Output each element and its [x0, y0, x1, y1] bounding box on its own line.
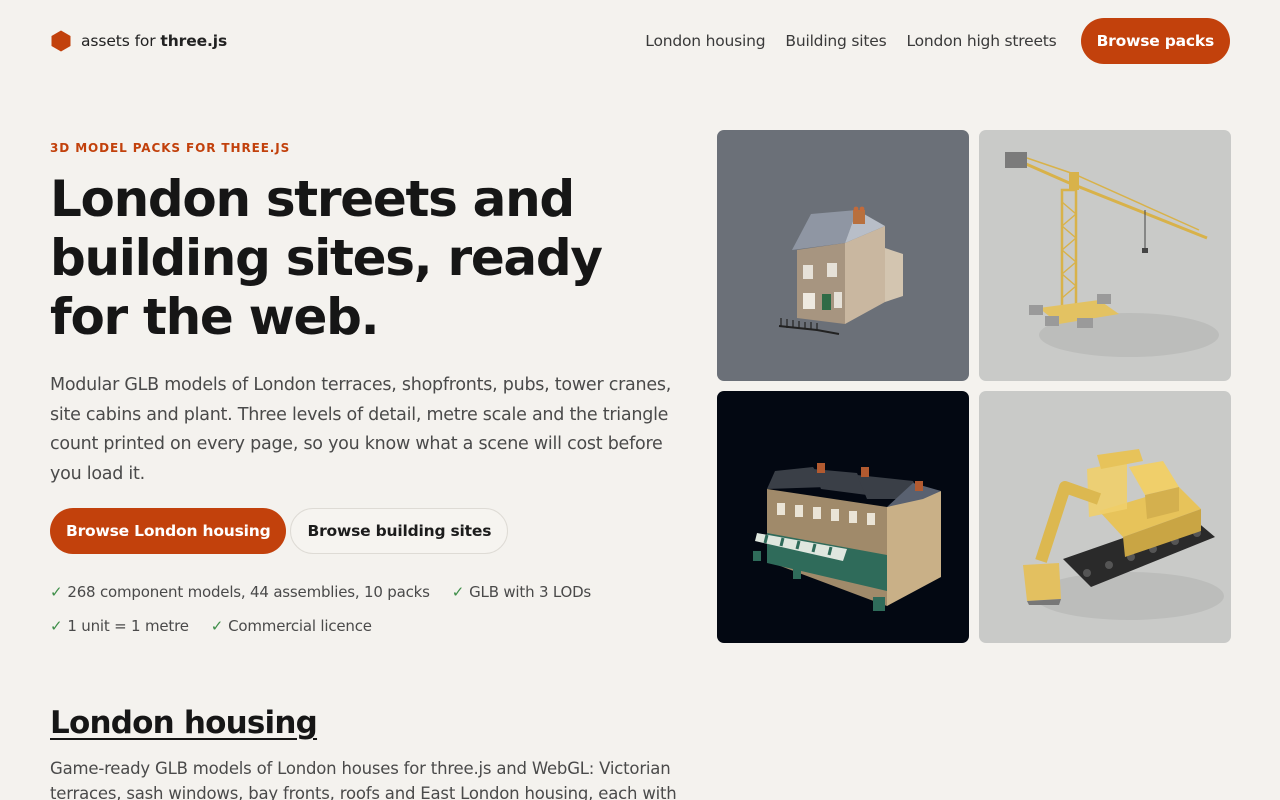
check-icon: ✓ [50, 617, 63, 635]
shopfront-terrace-render [753, 463, 941, 611]
section-title-london-housing[interactable]: London housing [50, 705, 318, 741]
nav-building-sites[interactable]: Building sites [785, 32, 886, 50]
feature-item: ✓ Commercial licence [210, 617, 372, 635]
feature-item: ✓ 1 unit = 1 metre [50, 617, 189, 635]
terraced-house-render [778, 206, 903, 335]
hexagon-logo-icon [51, 30, 71, 52]
feature-item: ✓ 268 component models, 44 assemblies, 10… [50, 583, 430, 601]
hero-headline: London streets and building sites, ready… [50, 170, 603, 346]
tower-crane-render [1005, 152, 1219, 357]
check-icon: ✓ [451, 583, 465, 601]
site-header: assets for three.js London housing Build… [50, 18, 1230, 64]
section-description: Game-ready GLB models of London houses f… [50, 759, 677, 800]
brand-name: assets for three.js [81, 32, 228, 50]
gallery-tile-shopfront-terrace[interactable] [717, 391, 969, 643]
gallery-tile-terraced-house[interactable] [717, 130, 969, 381]
hero-eyebrow: 3D MODEL PACKS FOR THREE.JS [50, 141, 291, 155]
nav-london-high-streets[interactable]: London high streets [906, 32, 1056, 50]
browse-packs-button[interactable]: Browse packs [1080, 18, 1230, 64]
feature-list: ✓ 268 component models, 44 assemblies, 10… [50, 575, 650, 643]
gallery-tile-tower-crane[interactable] [979, 130, 1231, 381]
main-nav: London housing Building sites London hig… [625, 18, 1230, 64]
hero-actions: Browse London housing Browse building si… [50, 508, 509, 554]
gallery-tile-excavator[interactable] [979, 391, 1231, 643]
browse-london-housing-button[interactable]: Browse London housing [50, 508, 287, 554]
excavator-render [1023, 449, 1224, 620]
check-icon: ✓ [210, 617, 224, 635]
brand-logo[interactable]: assets for three.js [50, 30, 227, 52]
browse-building-sites-button[interactable]: Browse building sites [290, 508, 509, 554]
hero-description: Modular GLB models of London terraces, s… [50, 375, 672, 484]
nav-london-housing[interactable]: London housing [645, 32, 765, 50]
feature-item: ✓ GLB with 3 LODs [451, 583, 592, 601]
check-icon: ✓ [50, 583, 63, 601]
